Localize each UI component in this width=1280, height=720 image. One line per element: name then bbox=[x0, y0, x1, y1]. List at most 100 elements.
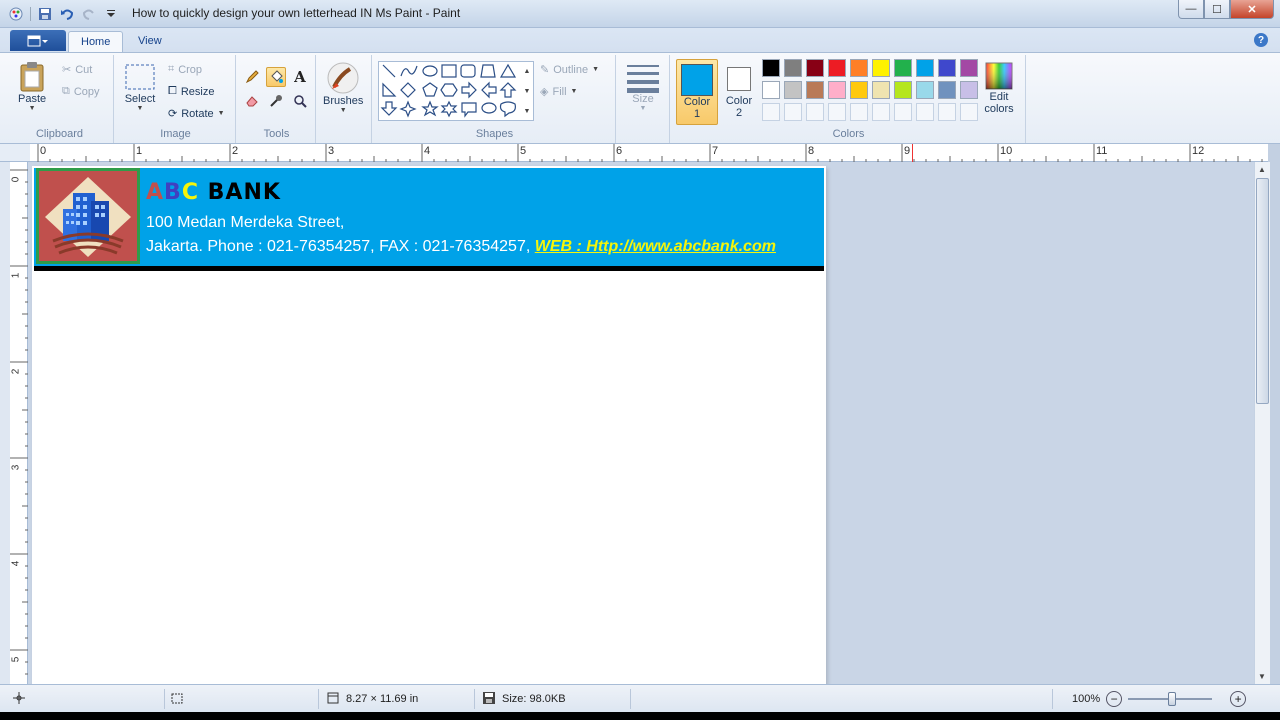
paste-button[interactable]: Paste ▼ bbox=[18, 61, 46, 112]
bank-name-letter: B bbox=[207, 180, 226, 205]
ribbon-tabs: Home View ? bbox=[0, 28, 1280, 52]
palette-color-swatch[interactable] bbox=[806, 81, 824, 99]
zoom-slider-thumb[interactable] bbox=[1168, 692, 1177, 706]
selection-icon bbox=[170, 691, 184, 708]
undo-icon[interactable] bbox=[59, 6, 75, 22]
palette-empty-swatch[interactable] bbox=[916, 103, 934, 121]
bank-name-letter: A bbox=[146, 180, 165, 205]
palette-color-swatch[interactable] bbox=[806, 59, 824, 77]
palette-empty-swatch[interactable] bbox=[872, 103, 890, 121]
ruler-number: 3 bbox=[328, 145, 335, 157]
palette-empty-swatch[interactable] bbox=[938, 103, 956, 121]
palette-color-swatch[interactable] bbox=[828, 81, 846, 99]
palette-color-swatch[interactable] bbox=[916, 81, 934, 99]
palette-color-swatch[interactable] bbox=[872, 81, 890, 99]
text-tool-icon[interactable]: A bbox=[290, 67, 310, 87]
rotate-button[interactable]: ⟳ Rotate ▼ bbox=[168, 107, 225, 121]
maximize-button[interactable]: ☐ bbox=[1204, 0, 1230, 19]
palette-color-swatch[interactable] bbox=[784, 59, 802, 77]
redo-icon[interactable] bbox=[81, 6, 97, 22]
tab-view[interactable]: View bbox=[126, 31, 174, 52]
pencil-icon[interactable] bbox=[242, 67, 262, 87]
color-picker-icon[interactable] bbox=[266, 91, 286, 111]
scroll-up-icon[interactable]: ▲ bbox=[1258, 165, 1266, 174]
crop-button[interactable]: ⌗ Crop bbox=[168, 63, 202, 76]
palette-color-swatch[interactable] bbox=[762, 81, 780, 99]
address-line-1: 100 Medan Merdeka Street, bbox=[146, 214, 345, 231]
edit-colors-button[interactable]: Edit colors bbox=[978, 61, 1020, 115]
zoom-in-icon[interactable]: + bbox=[1230, 691, 1247, 707]
copy-button[interactable]: ⧉ Copy bbox=[62, 85, 100, 98]
clipboard-group-label: Clipboard bbox=[35, 128, 84, 140]
shapes-scroll[interactable]: ▲ ▼ ▼ bbox=[522, 61, 532, 121]
palette-color-swatch[interactable] bbox=[762, 59, 780, 77]
scroll-down-icon[interactable]: ▼ bbox=[1258, 672, 1266, 681]
palette-color-swatch[interactable] bbox=[960, 59, 978, 77]
scroll-thumb[interactable] bbox=[1256, 178, 1269, 404]
resize-button[interactable]: ⧠ Resize bbox=[168, 85, 214, 98]
ruler-number: 12 bbox=[1192, 145, 1205, 157]
paste-label: Paste bbox=[18, 93, 47, 105]
image-size-icon bbox=[326, 691, 340, 708]
copy-label: Copy bbox=[73, 85, 100, 98]
palette-color-swatch[interactable] bbox=[784, 81, 802, 99]
zoom-out-icon[interactable]: − bbox=[1106, 691, 1123, 707]
color2-button[interactable]: Color 2 bbox=[722, 63, 756, 119]
eraser-icon[interactable] bbox=[242, 91, 262, 111]
minimize-button[interactable]: — bbox=[1178, 0, 1204, 19]
color1-label: Color bbox=[683, 96, 711, 108]
palette-color-swatch[interactable] bbox=[938, 59, 956, 77]
palette-empty-swatch[interactable] bbox=[850, 103, 868, 121]
palette-empty-swatch[interactable] bbox=[828, 103, 846, 121]
drawing-canvas[interactable]: ABC BANK 100 Medan Merdeka Street, Jakar… bbox=[32, 166, 826, 686]
vertical-ruler: 0 1 2 3 4 5 bbox=[10, 162, 28, 684]
vertical-scrollbar[interactable]: ▲ ▼ bbox=[1254, 162, 1270, 684]
zoom-slider[interactable] bbox=[1128, 692, 1213, 706]
ruler-number: 9 bbox=[904, 145, 911, 157]
size-label: Size bbox=[632, 93, 654, 105]
brushes-button[interactable]: Brushes ▼ bbox=[323, 61, 363, 114]
palette-empty-swatch[interactable] bbox=[806, 103, 824, 121]
color1-button[interactable]: Color 1 bbox=[676, 59, 718, 125]
colors-group: Color 1 Color 2 Edit colors Colors bbox=[672, 55, 1026, 143]
palette-empty-swatch[interactable] bbox=[762, 103, 780, 121]
brushes-group: Brushes ▼ bbox=[318, 55, 372, 143]
select-button[interactable]: Select ▼ bbox=[124, 63, 156, 112]
tools-group-label: Tools bbox=[263, 128, 290, 140]
palette-color-swatch[interactable] bbox=[938, 81, 956, 99]
fill-bucket-icon[interactable] bbox=[266, 67, 286, 87]
palette-empty-swatch[interactable] bbox=[960, 103, 978, 121]
cut-button[interactable]: ✂ Cut bbox=[62, 63, 92, 77]
palette-color-swatch[interactable] bbox=[850, 59, 868, 77]
palette-empty-swatch[interactable] bbox=[784, 103, 802, 121]
customize-toolbar-icon[interactable] bbox=[103, 6, 119, 22]
size-button[interactable]: Size ▼ bbox=[626, 63, 660, 112]
palette-color-swatch[interactable] bbox=[894, 59, 912, 77]
outline-button[interactable]: ✎ Outline ▼ bbox=[540, 63, 599, 77]
quick-access-toolbar bbox=[8, 5, 119, 23]
outline-label: Outline bbox=[553, 63, 589, 76]
palette-empty-swatch[interactable] bbox=[894, 103, 912, 121]
tab-home[interactable]: Home bbox=[68, 31, 124, 52]
palette-color-swatch[interactable] bbox=[894, 81, 912, 99]
color2-swatch bbox=[727, 67, 751, 91]
paint-app-icon[interactable] bbox=[8, 6, 24, 22]
save-icon[interactable] bbox=[37, 6, 53, 22]
zoom-level: 100% bbox=[1072, 693, 1101, 705]
palette-color-swatch[interactable] bbox=[916, 59, 934, 77]
palette-color-swatch[interactable] bbox=[850, 81, 868, 99]
address-contact: Jakarta. Phone : 021-76354257, FAX : 021… bbox=[146, 238, 531, 255]
palette-color-swatch[interactable] bbox=[960, 81, 978, 99]
bank-name-letter: K bbox=[262, 180, 281, 205]
magnifier-icon[interactable] bbox=[290, 91, 310, 111]
palette-color-swatch[interactable] bbox=[828, 59, 846, 77]
bank-name-letter: B bbox=[164, 180, 182, 205]
palette-color-swatch[interactable] bbox=[872, 59, 890, 77]
fill-button[interactable]: ◈ Fill ▼ bbox=[540, 85, 577, 99]
ruler-ticks bbox=[37, 144, 1263, 162]
line-size-icon bbox=[627, 65, 659, 93]
ruler-number: 2 bbox=[232, 145, 239, 157]
paint-menu-button[interactable] bbox=[10, 30, 66, 51]
help-icon[interactable]: ? bbox=[1254, 33, 1268, 47]
close-button[interactable]: ✕ bbox=[1230, 0, 1274, 19]
